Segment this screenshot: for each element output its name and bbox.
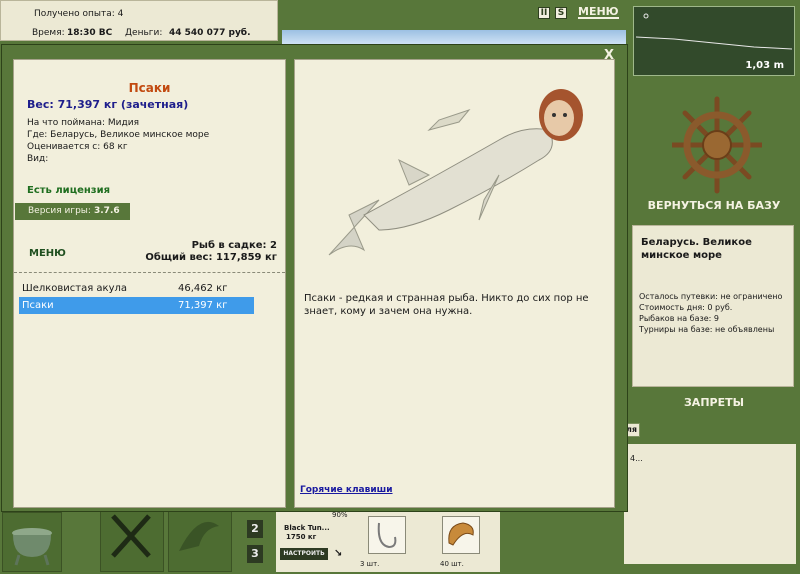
tackle-panel: 90% Black Tun... 1750 кг НАСТРОИТЬ ↘ 3 ш… (276, 510, 500, 572)
fish-weight: Вес: 71,397 кг (зачетная) (27, 98, 189, 111)
info-line-cost: Стоимость дня: 0 руб. (639, 303, 733, 312)
sound-icon[interactable]: S (555, 7, 567, 19)
xp-label: Получено опыта: 4 (34, 9, 124, 19)
fish-image-panel: Псаки - редкая и странная рыба. Никто до… (294, 59, 615, 508)
rod-slot-2[interactable]: 2 (247, 520, 263, 538)
cage-menu-button[interactable]: МЕНЮ (29, 248, 66, 259)
cage-divider (14, 272, 285, 273)
cage-row-name: Шелковистая акула (22, 283, 128, 294)
bans-button[interactable]: ЗАПРЕТЫ (633, 396, 795, 409)
info-line-tournaments: Турниры на базе: не объявлены (639, 325, 775, 334)
cauldron-slot[interactable] (2, 512, 62, 572)
fork-knife-icon (111, 514, 151, 558)
fish-description: Псаки - редкая и странная рыба. Никто до… (304, 293, 589, 317)
cage-row[interactable]: Шелковистая акула 46,462 кг (19, 280, 254, 296)
hotkeys-link[interactable]: Горячие клавиши (300, 485, 393, 495)
money-value: 44 540 077 руб. (169, 28, 251, 38)
food-slot[interactable] (100, 505, 164, 572)
location-title: Беларусь. Великое минское море (641, 237, 752, 261)
cage-fish-count: Рыб в садке: 2 (191, 240, 277, 251)
hook-slot[interactable] (368, 516, 406, 554)
cage-row-weight: 46,462 кг (178, 283, 228, 294)
depth-graph: 1,03 m (633, 6, 795, 76)
cage-row-weight: 71,397 кг (178, 300, 228, 311)
fish-kind: Вид: (27, 154, 49, 164)
hooks-count: 3 шт. (360, 560, 380, 568)
news-panel: 4... (624, 444, 796, 564)
cage-row-name: Псаки (22, 300, 54, 311)
fish-location: Где: Беларусь, Великое минское море (27, 130, 210, 140)
rod-slot-3[interactable]: 3 (247, 545, 263, 563)
line-name: Black Tun... (284, 524, 330, 532)
pause-icon[interactable]: II (538, 7, 550, 19)
setup-button[interactable]: НАСТРОИТЬ (280, 548, 328, 560)
status-panel: Получено опыта: 4 Время: 18:30 ВС Деньги… (0, 0, 278, 41)
fish-name: Псаки (128, 81, 171, 95)
fish-details-panel: Псаки Вес: 71,397 кг (зачетная) На что п… (13, 59, 286, 508)
version-bar: Версия игры: 3.7.6 (15, 203, 130, 220)
shell-bait-icon (448, 522, 474, 546)
fish-valued-from: Оценивается с: 68 кг (27, 142, 128, 152)
bait-count: 40 шт. (440, 560, 464, 568)
fish-photo (328, 89, 583, 256)
time-label: Время: (32, 28, 65, 38)
money-label: Деньги: (125, 28, 163, 38)
time-value: 18:30 ВС (67, 28, 113, 38)
cage-total-weight: Общий вес: 117,859 кг (145, 252, 277, 263)
fish-bait: На что поймана: Мидия (27, 118, 140, 128)
jumping-fish-icon (179, 521, 219, 551)
cage-row-selected[interactable]: Псаки 71,397 кг (19, 297, 254, 314)
fish-slot[interactable] (168, 505, 232, 572)
setup-arrow-icon[interactable]: ↘ (334, 548, 342, 559)
back-to-base-button[interactable]: ВЕРНУТЬСЯ НА БАЗУ (633, 199, 795, 212)
bait-slot[interactable] (442, 516, 480, 554)
news-text: 4... (630, 454, 643, 463)
sky-strip (282, 30, 626, 44)
version-label: Версия игры: (28, 206, 91, 216)
info-line-trip: Осталось путевки: не ограничено (639, 292, 783, 301)
hook-icon (377, 522, 397, 549)
ship-wheel-icon[interactable] (672, 95, 762, 195)
info-line-anglers: Рыбаков на базе: 9 (639, 314, 719, 323)
depth-value: 1,03 m (745, 60, 784, 71)
location-info-panel: Беларусь. Великое минское море Осталось … (632, 225, 794, 387)
line-strength: 1750 кг (286, 533, 317, 541)
license-status: Есть лицензия (27, 185, 111, 196)
cauldron-icon (12, 528, 52, 566)
line-percent: 90% (332, 511, 348, 519)
version-value: 3.7.6 (94, 206, 120, 216)
top-menu-button[interactable]: МЕНЮ (578, 6, 619, 19)
